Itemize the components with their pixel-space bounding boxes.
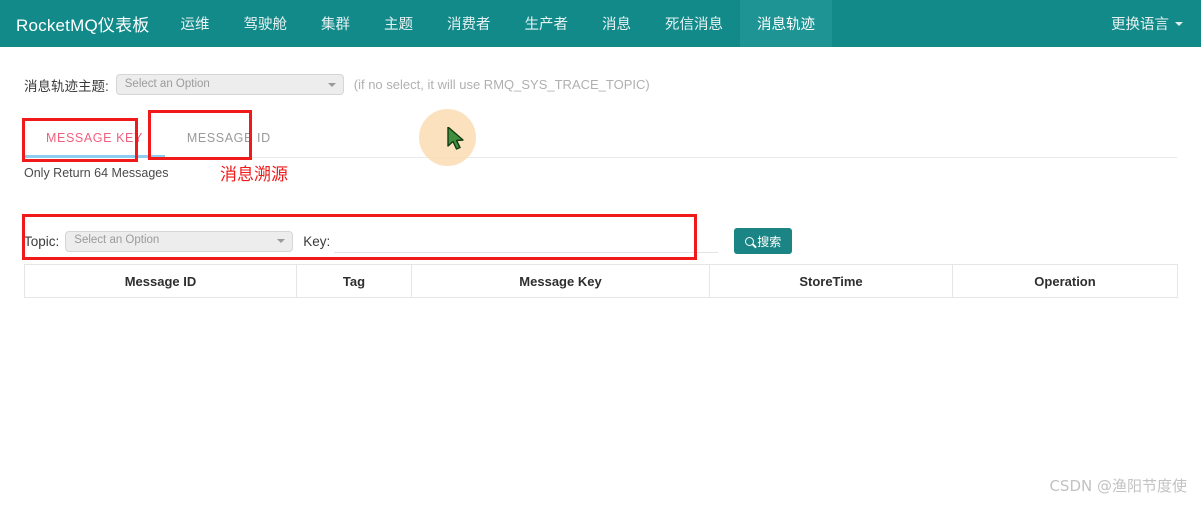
chevron-down-icon xyxy=(327,82,336,87)
brand-logo[interactable]: RocketMQ仪表板 xyxy=(0,0,164,47)
watermark: CSDN @渔阳节度使 xyxy=(1049,477,1187,495)
nav-item-sixinxiaoxi[interactable]: 死信消息 xyxy=(648,0,740,47)
nav-item-xiaoxiguiji[interactable]: 消息轨迹 xyxy=(740,0,832,47)
trace-results-table: Message ID Tag Message Key StoreTime Ope… xyxy=(24,264,1178,298)
nav-items-group: 运维 驾驶舱 集群 主题 消费者 生产者 消息 死信消息 消息轨迹 xyxy=(164,0,832,47)
table-header: Message ID Tag Message Key StoreTime Ope… xyxy=(24,264,1178,298)
search-icon xyxy=(745,236,755,246)
column-header-operation[interactable]: Operation xyxy=(952,264,1178,298)
topic-select[interactable]: Select an Option xyxy=(65,230,294,252)
tab-message-key[interactable]: MESSAGE KEY xyxy=(24,118,165,158)
key-label: Key: xyxy=(303,233,331,249)
search-button[interactable]: 搜索 xyxy=(734,228,793,254)
topic-select-placeholder: Select an Option xyxy=(74,234,160,247)
column-header-storetime[interactable]: StoreTime xyxy=(709,264,953,298)
nav-item-shengchanzhe[interactable]: 生产者 xyxy=(508,0,586,47)
tab-message-id[interactable]: MESSAGE ID xyxy=(165,118,293,157)
message-query-tabs: MESSAGE KEY MESSAGE ID xyxy=(24,118,1177,158)
search-form: Topic: Select an Option Key: 搜索 xyxy=(24,226,1177,256)
column-header-message-id[interactable]: Message ID xyxy=(24,264,297,298)
annotation-text-message-trace: 消息溯源 xyxy=(220,165,288,185)
search-button-label: 搜索 xyxy=(757,234,782,249)
key-input[interactable] xyxy=(334,229,719,253)
chevron-down-icon xyxy=(277,239,286,243)
language-switcher[interactable]: 更换语言 xyxy=(1111,0,1201,47)
nav-item-zhuti[interactable]: 主题 xyxy=(367,0,430,47)
trace-topic-label: 消息轨迹主题: xyxy=(24,78,109,94)
language-switcher-label: 更换语言 xyxy=(1111,17,1169,33)
table-header-row: Message ID Tag Message Key StoreTime Ope… xyxy=(24,264,1178,298)
nav-item-yunwei[interactable]: 运维 xyxy=(164,0,227,47)
topic-label: Topic: xyxy=(24,233,60,249)
chevron-down-icon xyxy=(1175,21,1183,26)
column-header-tag[interactable]: Tag xyxy=(296,264,412,298)
column-header-message-key[interactable]: Message Key xyxy=(411,264,710,298)
trace-topic-select-placeholder: Select an Option xyxy=(124,77,210,90)
mouse-cursor-icon xyxy=(447,127,464,150)
nav-item-jiqun[interactable]: 集群 xyxy=(304,0,367,47)
nav-item-xiaofeizhe[interactable]: 消费者 xyxy=(430,0,508,47)
nav-item-jiashicang[interactable]: 驾驶舱 xyxy=(227,0,305,47)
trace-topic-hint: (if no select, it will use RMQ_SYS_TRACE… xyxy=(353,77,650,92)
trace-topic-row: 消息轨迹主题: Select an Option (if no select, … xyxy=(24,74,650,95)
trace-topic-select[interactable]: Select an Option xyxy=(115,74,344,95)
only-return-note: Only Return 64 Messages xyxy=(24,166,169,180)
top-navigation-bar: RocketMQ仪表板 运维 驾驶舱 集群 主题 消费者 生产者 消息 死信消息… xyxy=(0,0,1201,47)
nav-item-xiaoxi[interactable]: 消息 xyxy=(585,0,648,47)
